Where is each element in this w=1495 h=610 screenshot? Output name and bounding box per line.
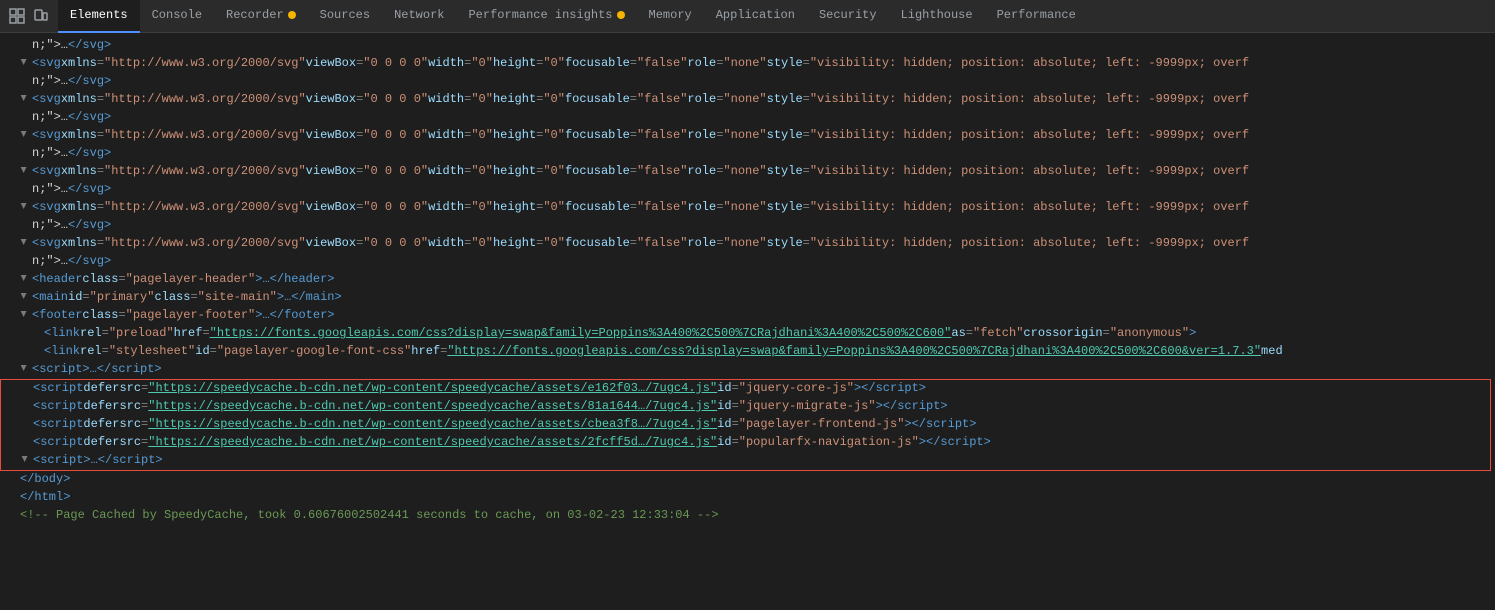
tab-application-label: Application: [716, 8, 795, 22]
list-item[interactable]: n;">…</svg>: [0, 217, 1495, 235]
tab-security[interactable]: Security: [807, 0, 889, 33]
expand-arrow[interactable]: [20, 92, 30, 104]
devtools-tab-bar: Elements Console Recorder Sources Networ…: [0, 0, 1495, 33]
list-item[interactable]: <script defer src="https://speedycache.b…: [1, 416, 1490, 434]
tab-console-label: Console: [152, 8, 202, 22]
list-item[interactable]: n;">…</svg>: [0, 181, 1495, 199]
tab-memory[interactable]: Memory: [637, 0, 704, 33]
list-item[interactable]: <script>…</script>: [1, 452, 1490, 470]
list-item[interactable]: </body>: [0, 471, 1495, 489]
tab-icon-group: [0, 7, 58, 25]
list-item[interactable]: <svg xmlns="http://www.w3.org/2000/svg" …: [0, 55, 1495, 73]
list-item[interactable]: <footer class="pagelayer-footer" >…</foo…: [0, 307, 1495, 325]
list-item[interactable]: n;">…</svg>: [0, 37, 1495, 55]
tab-network-label: Network: [394, 8, 444, 22]
open-tag: <svg: [32, 56, 61, 70]
expand-arrow[interactable]: [20, 308, 30, 320]
inspect-icon[interactable]: [8, 7, 26, 25]
list-item[interactable]: n;">…</svg>: [0, 73, 1495, 91]
expand-arrow[interactable]: [20, 128, 30, 140]
line-text: n;">…: [32, 38, 68, 52]
tab-sources[interactable]: Sources: [308, 0, 382, 33]
expand-arrow[interactable]: [21, 453, 31, 465]
list-item[interactable]: n;">…</svg>: [0, 109, 1495, 127]
performance-insights-badge: [617, 11, 625, 19]
elements-panel: n;">…</svg> <svg xmlns="http://www.w3.or…: [0, 33, 1495, 610]
list-item[interactable]: <header class="pagelayer-header" >…</hea…: [0, 271, 1495, 289]
list-item[interactable]: n;">…</svg>: [0, 253, 1495, 271]
list-item[interactable]: <link rel="stylesheet" id="pagelayer-goo…: [0, 343, 1495, 361]
close-tag: </svg>: [68, 38, 111, 52]
attr-name: xmlns: [61, 56, 97, 70]
tab-application[interactable]: Application: [704, 0, 807, 33]
list-item[interactable]: <svg xmlns="http://www.w3.org/2000/svg" …: [0, 235, 1495, 253]
recorder-badge: [288, 11, 296, 19]
tab-performance-insights[interactable]: Performance insights: [456, 0, 636, 33]
tab-performance-label: Performance: [997, 8, 1076, 22]
tab-elements-label: Elements: [70, 8, 128, 22]
tab-security-label: Security: [819, 8, 877, 22]
expand-arrow[interactable]: [20, 236, 30, 248]
list-item[interactable]: <script defer src="https://speedycache.b…: [1, 380, 1490, 398]
tab-network[interactable]: Network: [382, 0, 456, 33]
tab-sources-label: Sources: [320, 8, 370, 22]
list-item[interactable]: <svg xmlns="http://www.w3.org/2000/svg" …: [0, 199, 1495, 217]
expand-arrow[interactable]: [20, 272, 30, 284]
expand-arrow[interactable]: [20, 164, 30, 176]
list-item[interactable]: <svg xmlns="http://www.w3.org/2000/svg" …: [0, 163, 1495, 181]
tab-lighthouse[interactable]: Lighthouse: [889, 0, 985, 33]
list-item[interactable]: <script>…</script>: [0, 361, 1495, 379]
tab-memory-label: Memory: [649, 8, 692, 22]
expand-arrow[interactable]: [20, 56, 30, 68]
expand-arrow[interactable]: [20, 290, 30, 302]
tab-performance-insights-label: Performance insights: [468, 8, 612, 22]
device-toggle-icon[interactable]: [32, 7, 50, 25]
list-item[interactable]: <script defer src="https://speedycache.b…: [1, 434, 1490, 452]
highlighted-scripts-section: <script defer src="https://speedycache.b…: [0, 379, 1491, 471]
expand-arrow[interactable]: [20, 362, 30, 374]
list-item[interactable]: n;">…</svg>: [0, 145, 1495, 163]
list-item[interactable]: </html>: [0, 489, 1495, 507]
list-item[interactable]: <script defer src="https://speedycache.b…: [1, 398, 1490, 416]
list-item[interactable]: <svg xmlns="http://www.w3.org/2000/svg" …: [0, 91, 1495, 109]
expand-arrow[interactable]: [20, 200, 30, 212]
list-item[interactable]: <main id="primary" class="site-main" >…<…: [0, 289, 1495, 307]
list-item[interactable]: <svg xmlns="http://www.w3.org/2000/svg" …: [0, 127, 1495, 145]
tab-elements[interactable]: Elements: [58, 0, 140, 33]
tab-recorder-label: Recorder: [226, 8, 284, 22]
tab-lighthouse-label: Lighthouse: [901, 8, 973, 22]
list-item[interactable]: <link rel="preload" href="https://fonts.…: [0, 325, 1495, 343]
list-item[interactable]: <!-- Page Cached by SpeedyCache, took 0.…: [0, 507, 1495, 525]
tab-console[interactable]: Console: [140, 0, 214, 33]
tab-performance[interactable]: Performance: [985, 0, 1088, 33]
tab-recorder[interactable]: Recorder: [214, 0, 308, 33]
